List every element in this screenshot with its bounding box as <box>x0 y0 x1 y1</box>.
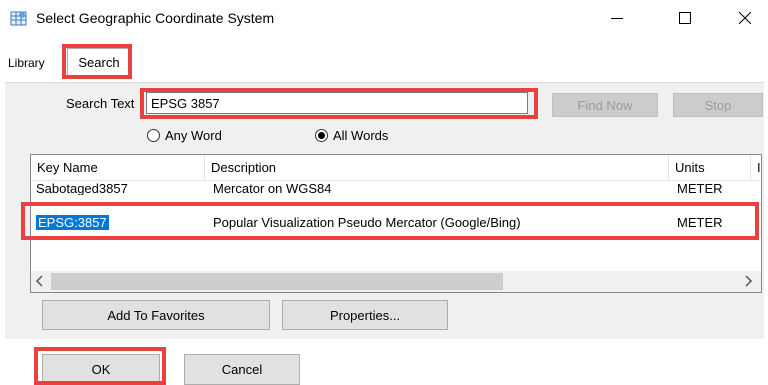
properties-button[interactable]: Properties... <box>282 300 448 330</box>
column-header-description[interactable]: Description <box>205 155 669 181</box>
table-row-selected[interactable]: EPSG:3857 Popular Visualization Pseudo M… <box>31 213 761 233</box>
radio-unchecked-icon <box>147 129 160 142</box>
column-header-partial[interactable]: I <box>751 155 761 181</box>
chevron-right-icon[interactable] <box>743 275 753 290</box>
cancel-button[interactable]: Cancel <box>184 354 300 385</box>
radio-all-words[interactable]: All Words <box>315 128 388 143</box>
search-text-label: Search Text <box>66 96 135 111</box>
radio-any-word[interactable]: Any Word <box>147 128 222 143</box>
tab-search[interactable]: Search <box>67 48 131 78</box>
scrollbar-thumb[interactable] <box>51 273 503 290</box>
minimize-button[interactable] <box>594 0 640 36</box>
close-icon <box>739 12 751 24</box>
column-header-units[interactable]: Units <box>669 155 751 181</box>
search-input[interactable] <box>146 92 528 114</box>
radio-checked-icon <box>315 129 328 142</box>
radio-any-word-label: Any Word <box>165 128 222 143</box>
chevron-left-icon[interactable] <box>35 275 45 290</box>
horizontal-scrollbar[interactable] <box>31 271 761 292</box>
row-key-name: EPSG:3857 <box>36 215 109 230</box>
table-row[interactable]: Sabotaged3857 Mercator on WGS84 METER <box>31 181 761 195</box>
minimize-icon <box>611 18 623 19</box>
row-key-name: Sabotaged3857 <box>36 181 128 195</box>
ok-button[interactable]: OK <box>42 354 160 385</box>
find-now-button[interactable]: Find Now <box>552 93 658 117</box>
tab-library[interactable]: Library <box>8 56 45 70</box>
results-list[interactable]: Key Name Description Units I Sabotaged38… <box>30 154 762 293</box>
maximize-icon <box>679 12 691 24</box>
maximize-button[interactable] <box>662 0 708 36</box>
row-description: Mercator on WGS84 <box>213 181 332 195</box>
row-description: Popular Visualization Pseudo Mercator (G… <box>213 215 521 230</box>
radio-all-words-label: All Words <box>333 128 389 143</box>
close-button[interactable] <box>722 0 768 36</box>
stop-button[interactable]: Stop <box>673 93 763 117</box>
row-units: METER <box>677 215 723 230</box>
window-title: Select Geographic Coordinate System <box>36 10 275 26</box>
add-to-favorites-button[interactable]: Add To Favorites <box>42 300 270 330</box>
globe-grid-icon <box>10 11 27 26</box>
column-header-key-name[interactable]: Key Name <box>31 155 205 181</box>
row-units: METER <box>677 181 723 195</box>
